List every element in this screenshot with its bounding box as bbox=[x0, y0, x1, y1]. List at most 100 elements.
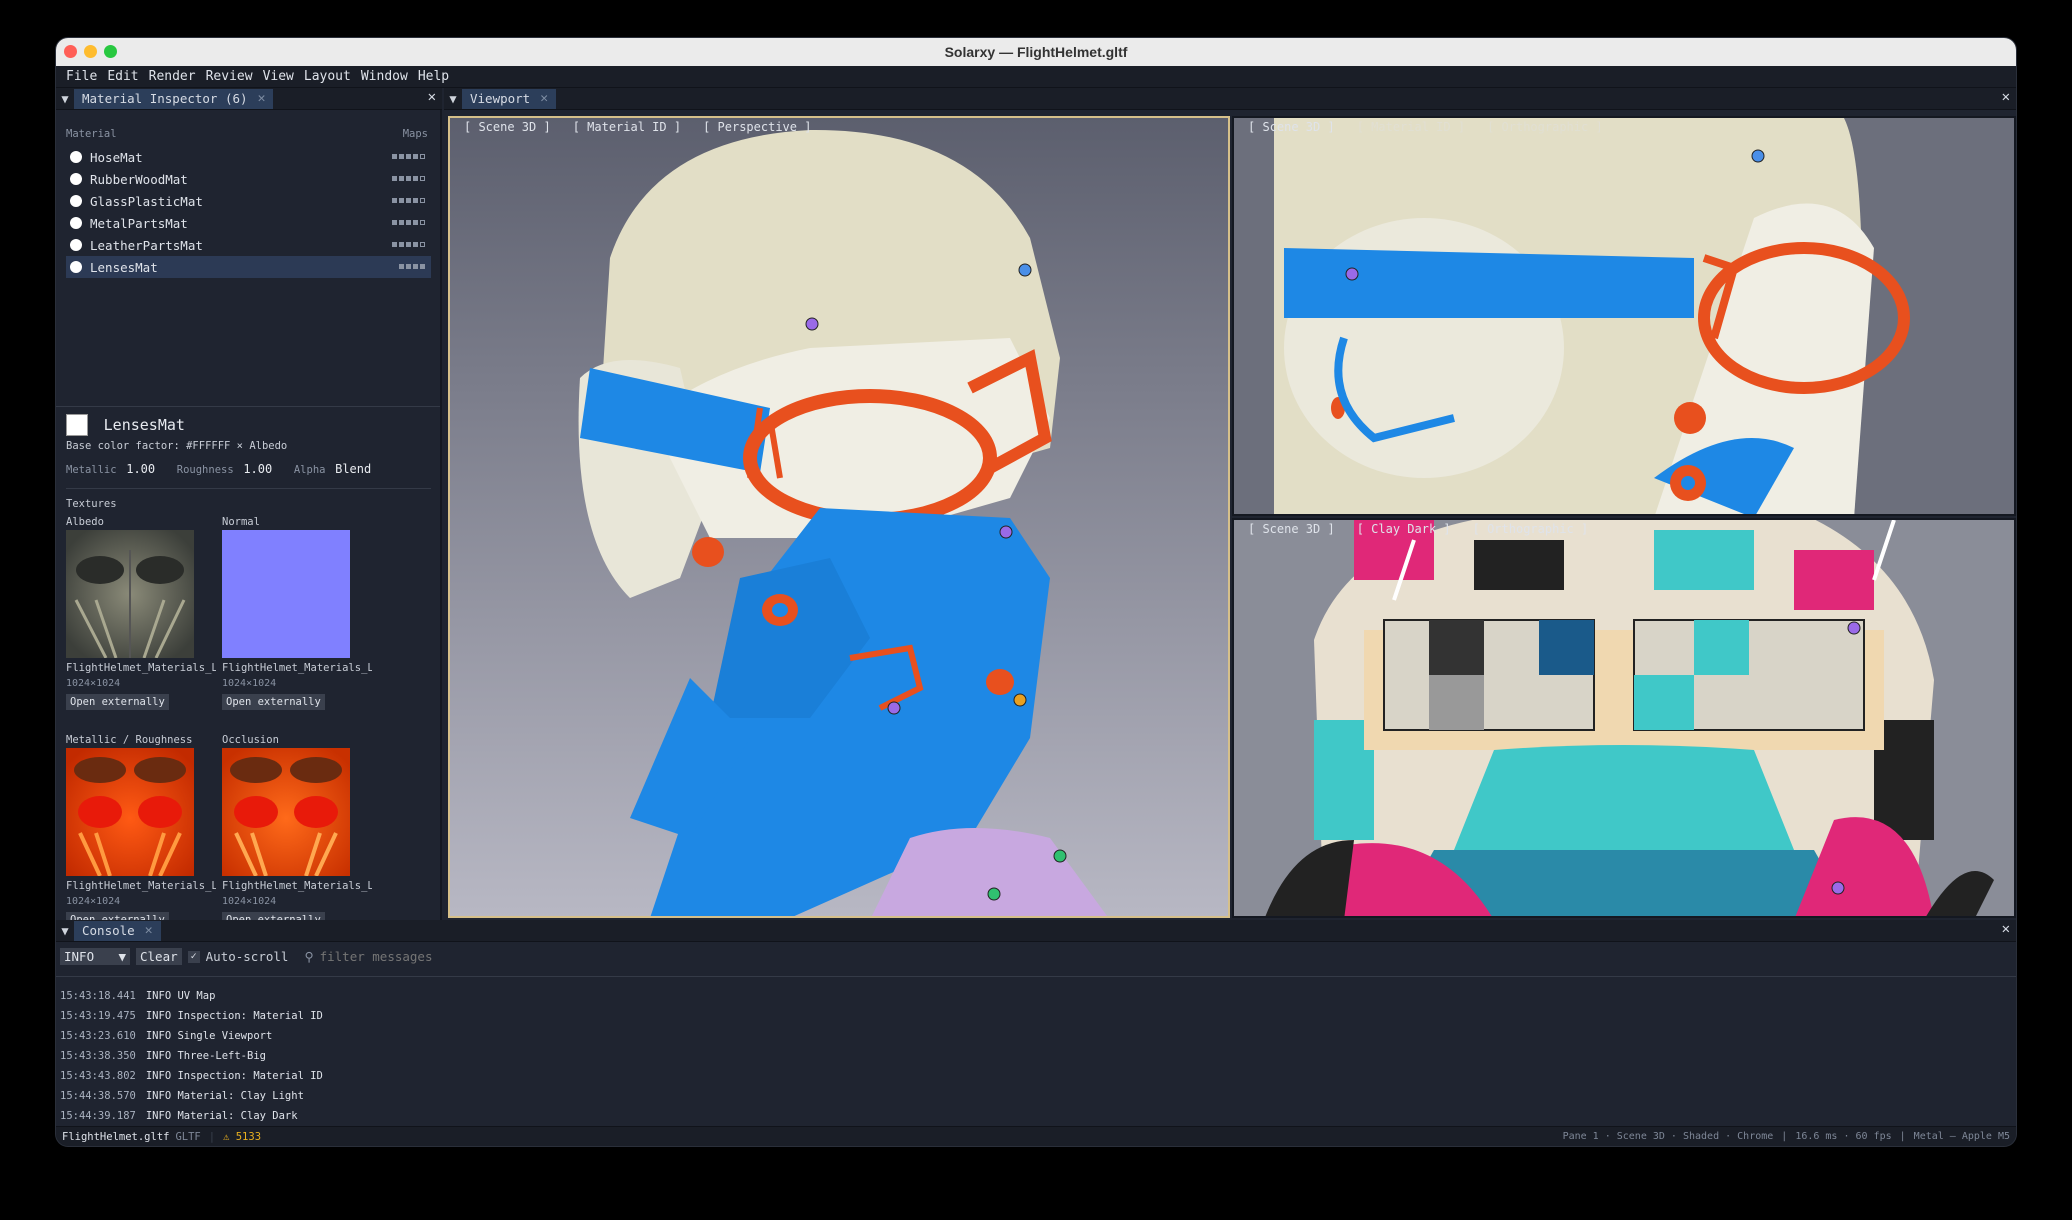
maps-indicator bbox=[392, 154, 425, 159]
roughness-value[interactable]: 1.00 bbox=[243, 462, 272, 476]
label-perspective[interactable]: [ Perspective ] bbox=[703, 120, 811, 134]
log-timestamp: 15:43:19.475 bbox=[60, 1010, 136, 1022]
status-perf: 16.6 ms · 60 fps bbox=[1795, 1131, 1892, 1142]
viewport-labels: [ Scene 3D ] [ Material ID ] [ Orthograp… bbox=[1248, 120, 1603, 134]
texture-slot-normal: Normal bbox=[222, 516, 260, 528]
log-message: INFO UV Map bbox=[145, 990, 216, 1002]
maps-indicator bbox=[392, 242, 425, 247]
label-scene[interactable]: [ Scene 3D ] bbox=[464, 120, 551, 134]
log-timestamp: 15:43:18.441 bbox=[60, 990, 136, 1002]
occlusion-file-name: FlightHelmet_Materials_L… bbox=[222, 880, 372, 892]
log-line: 15:43:19.475 INFO Inspection: Material ID bbox=[60, 1010, 323, 1030]
label-scene[interactable]: [ Scene 3D ] bbox=[1248, 120, 1335, 134]
menu-render[interactable]: Render bbox=[149, 69, 196, 84]
search-icon: ⚲ bbox=[304, 949, 314, 964]
alpha-label: Alpha bbox=[293, 464, 326, 476]
label-scene[interactable]: [ Scene 3D ] bbox=[1248, 522, 1335, 536]
autoscroll-checkbox[interactable]: ✓ bbox=[187, 950, 200, 963]
helmet-render-uv-checker bbox=[1234, 520, 2014, 916]
console-toolbar: INFO ▼ Clear ✓ Auto-scroll ⚲ bbox=[60, 948, 620, 965]
console-tabbar: ▼ Console ✕ ✕ bbox=[56, 920, 2016, 942]
menu-file[interactable]: File bbox=[66, 69, 97, 84]
albedo-texture-thumbnail[interactable] bbox=[66, 530, 194, 658]
normal-texture-thumbnail[interactable] bbox=[222, 530, 350, 658]
menu-help[interactable]: Help bbox=[418, 69, 449, 84]
material-row-hosemat[interactable]: HoseMat bbox=[66, 146, 431, 168]
log-line: 15:43:38.350 INFO Three-Left-Big bbox=[60, 1050, 323, 1070]
app-window: Solarxy — FlightHelmet.gltf File Edit Re… bbox=[56, 38, 2016, 1146]
collapse-triangle-icon[interactable]: ▼ bbox=[56, 924, 74, 938]
menu-review[interactable]: Review bbox=[206, 69, 253, 84]
panel-close-icon[interactable]: ✕ bbox=[428, 89, 436, 105]
menu-window[interactable]: Window bbox=[361, 69, 408, 84]
label-clay-dark[interactable]: [ Clay Dark ] bbox=[1357, 522, 1451, 536]
viewport-orthographic-top[interactable]: [ Scene 3D ] [ Material ID ] [ Orthograp… bbox=[1232, 116, 2016, 516]
window-controls bbox=[64, 45, 117, 58]
material-color-dot bbox=[70, 151, 82, 163]
material-color-dot bbox=[70, 195, 82, 207]
log-line: 15:43:43.802 INFO Inspection: Material ID bbox=[60, 1070, 323, 1090]
tab-close-icon[interactable]: ✕ bbox=[145, 923, 153, 938]
collapse-triangle-icon[interactable]: ▼ bbox=[444, 92, 462, 106]
divider bbox=[66, 488, 431, 489]
metallic-roughness-texture-thumbnail[interactable] bbox=[66, 748, 194, 876]
material-name: MetalPartsMat bbox=[90, 215, 188, 231]
maps-indicator bbox=[399, 264, 425, 269]
occlusion-texture-thumbnail[interactable] bbox=[222, 748, 350, 876]
viewport-orthographic-bottom[interactable]: [ Scene 3D ] [ Clay Dark ] [ Orthographi… bbox=[1232, 518, 2016, 918]
helmet-render-perspective bbox=[450, 118, 1228, 916]
label-orthographic[interactable]: [ Orthographic ] bbox=[1473, 522, 1589, 536]
minimize-window-button[interactable] bbox=[84, 45, 97, 58]
metallic-value[interactable]: 1.00 bbox=[126, 462, 155, 476]
clear-button[interactable]: Clear bbox=[136, 948, 182, 965]
open-albedo-externally-button[interactable]: Open externally bbox=[66, 694, 169, 710]
log-message: INFO Inspection: Material ID bbox=[145, 1070, 323, 1082]
label-material-id[interactable]: [ Material ID ] bbox=[573, 120, 681, 134]
menu-edit[interactable]: Edit bbox=[107, 69, 138, 84]
col-maps: Maps bbox=[402, 128, 428, 140]
window-title: Solarxy — FlightHelmet.gltf bbox=[944, 44, 1128, 60]
label-material-id[interactable]: [ Material ID ] bbox=[1357, 120, 1465, 134]
label-orthographic[interactable]: [ Orthographic ] bbox=[1487, 120, 1603, 134]
open-normal-externally-button[interactable]: Open externally bbox=[222, 694, 325, 710]
tab-close-icon[interactable]: ✕ bbox=[540, 91, 548, 106]
tab-close-icon[interactable]: ✕ bbox=[258, 91, 266, 106]
material-inspector-tabbar: ▼ Material Inspector (6) ✕ ✕ bbox=[56, 88, 442, 110]
console-close-icon[interactable]: ✕ bbox=[2002, 921, 2010, 937]
log-message: INFO Single Viewport bbox=[145, 1030, 273, 1042]
material-row-metalpartsmat[interactable]: MetalPartsMat bbox=[66, 212, 431, 234]
tab-viewport[interactable]: Viewport ✕ bbox=[462, 88, 557, 109]
maps-indicator bbox=[392, 198, 425, 203]
tab-console[interactable]: Console ✕ bbox=[74, 920, 161, 941]
normal-file-name: FlightHelmet_Materials_L… bbox=[222, 662, 372, 674]
log-line: 15:44:38.570 INFO Material: Clay Light bbox=[60, 1090, 323, 1110]
maximize-window-button[interactable] bbox=[104, 45, 117, 58]
warning-count-badge[interactable]: ⚠ 5133 bbox=[223, 1131, 261, 1143]
material-row-glassplasticmat[interactable]: GlassPlasticMat bbox=[66, 190, 431, 212]
viewport-close-icon[interactable]: ✕ bbox=[2002, 89, 2010, 105]
material-list-header: Material Maps bbox=[66, 128, 428, 140]
material-name: GlassPlasticMat bbox=[90, 193, 203, 209]
material-list: HoseMat RubberWoodMat GlassPlasticMat Me… bbox=[66, 146, 431, 278]
material-color-dot bbox=[70, 173, 82, 185]
metallic-roughness-file-name: FlightHelmet_Materials_L… bbox=[66, 880, 216, 892]
collapse-triangle-icon[interactable]: ▼ bbox=[56, 92, 74, 106]
log-level-select[interactable]: INFO ▼ bbox=[60, 948, 130, 965]
material-row-lensesmat[interactable]: LensesMat bbox=[66, 256, 431, 278]
material-row-rubberwoodmat[interactable]: RubberWoodMat bbox=[66, 168, 431, 190]
menu-view[interactable]: View bbox=[263, 69, 294, 84]
close-window-button[interactable] bbox=[64, 45, 77, 58]
filter-messages-input[interactable] bbox=[319, 949, 620, 964]
alpha-value[interactable]: Blend bbox=[335, 462, 371, 476]
log-timestamp: 15:43:43.802 bbox=[60, 1070, 136, 1082]
menu-layout[interactable]: Layout bbox=[304, 69, 351, 84]
status-separator: | bbox=[1899, 1131, 1906, 1142]
base-color-swatch[interactable] bbox=[66, 414, 88, 436]
material-name: HoseMat bbox=[90, 149, 143, 165]
viewport-perspective[interactable]: [ Scene 3D ] [ Material ID ] [ Perspecti… bbox=[448, 116, 1230, 918]
log-message: INFO Three-Left-Big bbox=[145, 1050, 266, 1062]
tab-material-inspector[interactable]: Material Inspector (6) ✕ bbox=[74, 88, 274, 109]
material-row-leatherpartsmat[interactable]: LeatherPartsMat bbox=[66, 234, 431, 256]
albedo-resolution: 1024×1024 bbox=[66, 678, 121, 689]
material-name: LeatherPartsMat bbox=[90, 237, 203, 253]
